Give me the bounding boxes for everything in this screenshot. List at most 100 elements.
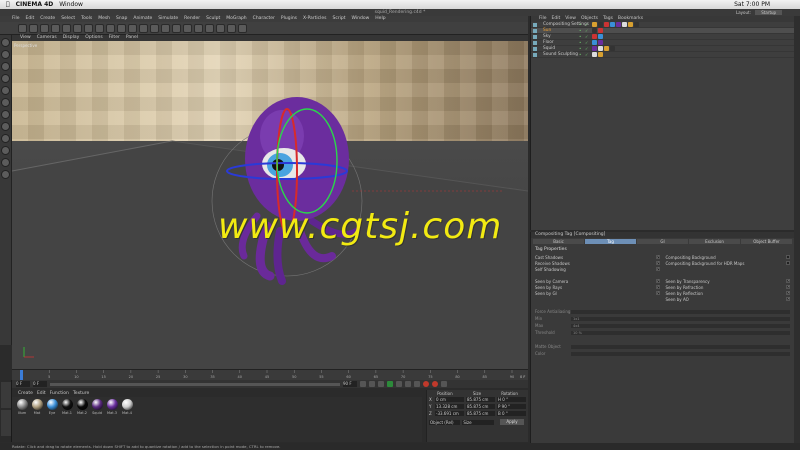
apply-button[interactable]: Apply <box>500 419 524 425</box>
property-checkbox[interactable]: ✓ <box>655 267 660 271</box>
subdivide-icon[interactable] <box>183 23 192 33</box>
axis-y-icon[interactable] <box>95 23 104 33</box>
object-tag-icon[interactable] <box>598 40 603 45</box>
viewport[interactable] <box>12 41 528 369</box>
slider-field[interactable] <box>571 309 790 314</box>
camera-icon[interactable] <box>227 23 236 33</box>
attribute-tab-object-buffer[interactable]: Object Buffer <box>741 239 792 244</box>
material-swatch[interactable]: Mat.3 <box>106 399 118 440</box>
coord-position-field[interactable]: 13.328 cm <box>435 404 464 409</box>
slider-field[interactable] <box>571 344 790 349</box>
prev-key-button[interactable] <box>369 381 375 387</box>
frame-range-slider[interactable] <box>50 382 340 386</box>
autokey-button[interactable] <box>432 381 438 387</box>
coord-mode-select[interactable]: Object (Rel) <box>429 420 461 425</box>
object-tag-icon[interactable] <box>610 46 615 51</box>
attribute-tab-basic[interactable]: Basic <box>533 239 584 244</box>
object-tag-icon[interactable] <box>592 46 597 51</box>
apple-icon[interactable]:  <box>6 1 10 8</box>
layout-value[interactable]: Startup <box>755 10 783 15</box>
attribute-tab-exclusion[interactable]: Exclusion <box>689 239 740 244</box>
lock-workplane-icon[interactable] <box>1 158 10 167</box>
model-mode-icon[interactable] <box>1 50 10 59</box>
object-tag-icon[interactable] <box>628 22 633 27</box>
play-button[interactable] <box>387 381 393 387</box>
material-swatch[interactable]: Eye <box>46 399 58 440</box>
object-tag-icon[interactable] <box>592 22 597 27</box>
object-name[interactable]: Compositing Settings <box>537 22 589 27</box>
material-swatch[interactable]: Squid <box>91 399 103 440</box>
axis-mode-icon[interactable] <box>1 122 10 131</box>
enabled-check-icon[interactable]: ✓ <box>585 28 591 33</box>
array-icon[interactable] <box>194 23 203 33</box>
object-row[interactable]: Sound Sculpting • ✓ <box>531 52 794 58</box>
min-frame-field[interactable]: 0 F <box>33 381 47 387</box>
coord-size-field[interactable]: 85.875 cm <box>466 397 495 402</box>
side-tab-2[interactable] <box>1 410 11 436</box>
material-swatch[interactable]: Mat <box>31 399 43 440</box>
object-name[interactable]: Sun <box>537 28 579 33</box>
rotate-icon[interactable] <box>73 23 82 33</box>
property-checkbox[interactable]: ✓ <box>655 261 660 265</box>
object-name[interactable]: Squid <box>537 46 579 51</box>
material-swatch[interactable]: Mat.4 <box>121 399 133 440</box>
side-tab-1[interactable] <box>1 382 11 408</box>
coord-size-field[interactable]: 85.875 cm <box>466 411 495 416</box>
object-tag-icon[interactable] <box>604 22 609 27</box>
coord-size-field[interactable]: 85.875 cm <box>466 404 495 409</box>
attribute-tab-gi[interactable]: GI <box>637 239 688 244</box>
property-checkbox[interactable]: ✓ <box>655 291 660 295</box>
material-swatch[interactable]: Mat.2 <box>76 399 88 440</box>
object-name[interactable]: Sky <box>537 34 579 39</box>
texture-mode-icon[interactable] <box>1 62 10 71</box>
property-checkbox[interactable]: ✓ <box>786 297 790 301</box>
prev-frame-button[interactable] <box>378 381 384 387</box>
coord-rotation-field[interactable]: P 90 ° <box>497 404 526 409</box>
cube-icon[interactable] <box>161 23 170 33</box>
property-checkbox[interactable]: ✓ <box>786 291 790 295</box>
render-settings-icon[interactable] <box>150 23 159 33</box>
scale-icon[interactable] <box>62 23 71 33</box>
enabled-check-icon[interactable]: ✓ <box>585 22 591 27</box>
keyframe-selection-button[interactable] <box>441 381 447 387</box>
property-checkbox[interactable]: ✓ <box>655 285 660 289</box>
object-tag-icon[interactable] <box>592 40 597 45</box>
render-picture-queue-icon[interactable] <box>139 23 148 33</box>
object-tag-icon[interactable] <box>604 46 609 51</box>
object-tag-icon[interactable] <box>592 28 597 33</box>
enabled-check-icon[interactable]: ✓ <box>585 52 591 57</box>
coord-rotation-field[interactable]: B 0 ° <box>497 411 526 416</box>
object-tag-icon[interactable] <box>598 22 603 27</box>
object-tag-icon[interactable] <box>592 52 597 57</box>
next-frame-button[interactable] <box>396 381 402 387</box>
snap-icon[interactable] <box>1 146 10 155</box>
slider-field[interactable] <box>571 351 790 356</box>
object-tag-icon[interactable] <box>592 34 597 39</box>
attribute-tab-tag[interactable]: Tag <box>585 239 636 244</box>
object-tag-icon[interactable] <box>610 22 615 27</box>
layout-selector[interactable]: Layout: Startup <box>700 9 800 16</box>
coord-position-field[interactable]: -33.691 cm <box>435 411 464 416</box>
property-checkbox[interactable] <box>786 255 790 259</box>
workplane-icon[interactable] <box>1 74 10 83</box>
object-tag-icon[interactable] <box>598 28 603 33</box>
move-icon[interactable] <box>51 23 60 33</box>
sculpt-mode-icon[interactable] <box>1 134 10 143</box>
mac-window-menu[interactable]: Window <box>59 1 83 8</box>
points-mode-icon[interactable] <box>1 86 10 95</box>
deformer-icon[interactable] <box>205 23 214 33</box>
mac-app-name[interactable]: CINEMA 4D <box>16 1 54 8</box>
coord-position-field[interactable]: 0 cm <box>435 397 464 402</box>
slider-field[interactable]: 4x4 <box>571 323 790 328</box>
coord-rotation-field[interactable]: H 0 ° <box>497 397 526 402</box>
object-name[interactable]: Floor <box>537 40 579 45</box>
enabled-check-icon[interactable]: ✓ <box>585 34 591 39</box>
axis-x-icon[interactable] <box>84 23 93 33</box>
polygons-mode-icon[interactable] <box>1 110 10 119</box>
object-tag-icon[interactable] <box>598 34 603 39</box>
edges-mode-icon[interactable] <box>1 98 10 107</box>
next-key-button[interactable] <box>405 381 411 387</box>
enabled-check-icon[interactable]: ✓ <box>585 46 591 51</box>
record-button[interactable] <box>423 381 429 387</box>
property-checkbox[interactable]: ✓ <box>786 285 790 289</box>
